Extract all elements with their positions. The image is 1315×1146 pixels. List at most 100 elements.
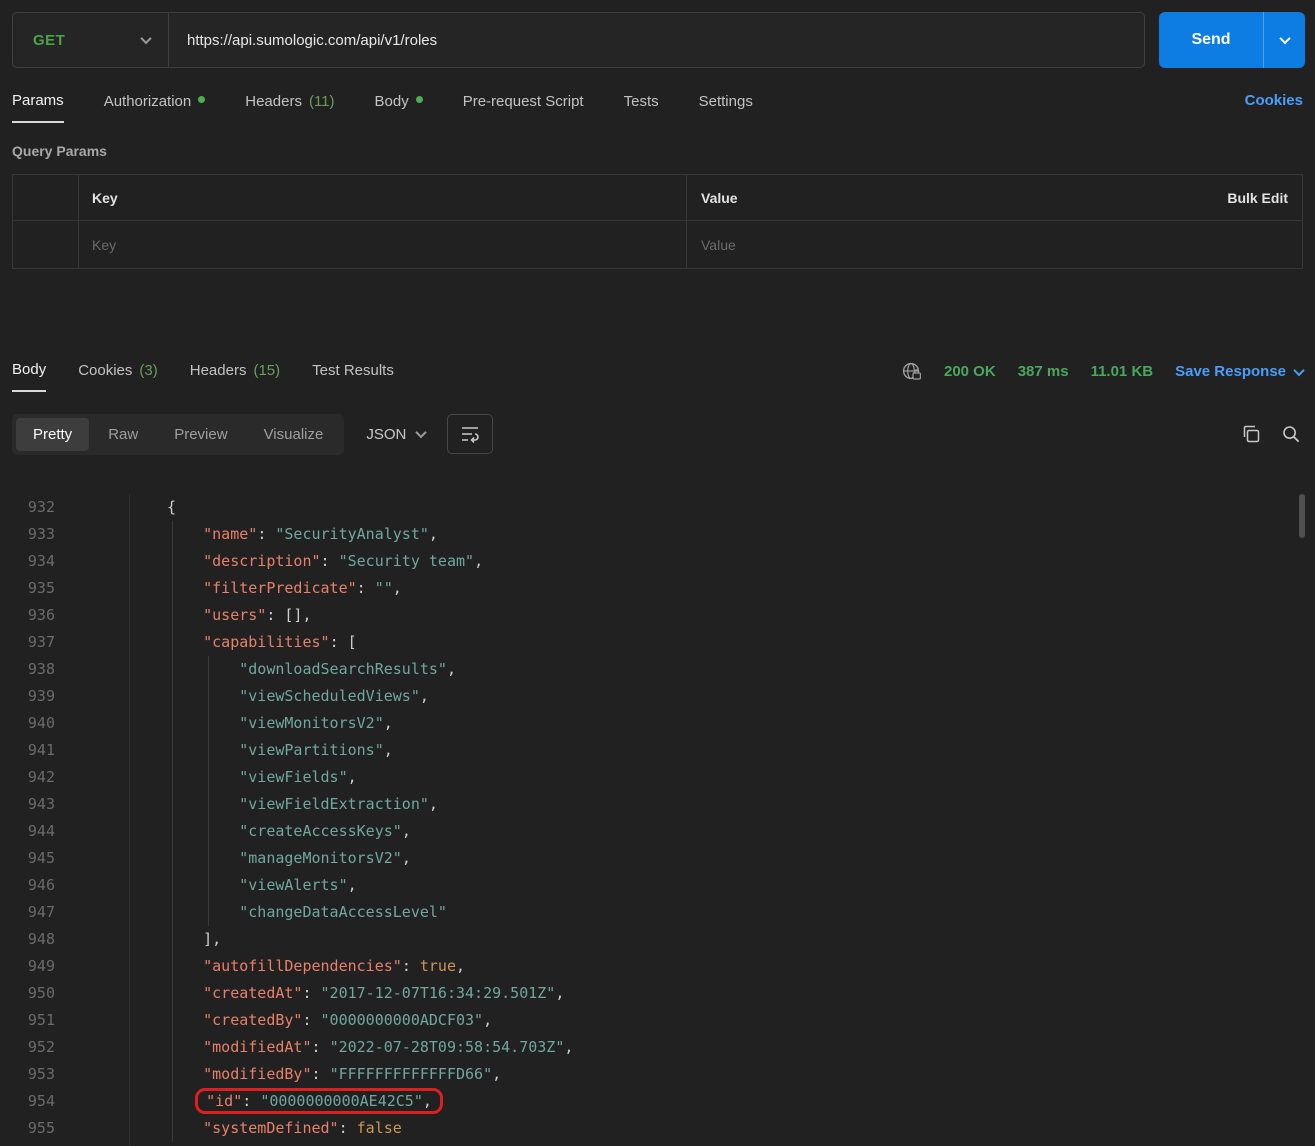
code-line: 938 "downloadSearchResults", [0,656,1315,683]
code-line: 933 "name": "SecurityAnalyst", [0,521,1315,548]
code-text: "createdBy": "0000000000ADCF03", [130,1007,492,1034]
chevron-down-icon [1279,33,1290,44]
tab-tests[interactable]: Tests [624,92,659,123]
line-number: 939 [0,683,55,710]
fold-gutter [55,953,130,980]
tab-headers[interactable]: Headers(11) [245,92,334,123]
tab-label: Pre-request Script [463,93,584,110]
tab-count: (15) [253,362,280,379]
code-line: 951 "createdBy": "0000000000ADCF03", [0,1007,1315,1034]
code-text: { [130,494,176,521]
method-label: GET [33,32,65,49]
query-params-title: Query Params [12,143,1303,159]
send-button[interactable]: Send [1159,12,1305,68]
fold-gutter [55,521,130,548]
code-text: "users": [], [130,602,312,629]
param-value-input[interactable] [701,237,1272,253]
line-number: 936 [0,602,55,629]
view-tab-raw[interactable]: Raw [91,418,155,451]
code-text: "description": "Security team", [130,548,483,575]
line-number: 948 [0,926,55,953]
scrollbar-thumb[interactable] [1299,494,1305,538]
view-tab-pretty[interactable]: Pretty [16,418,89,451]
line-number: 937 [0,629,55,656]
line-number: 934 [0,548,55,575]
code-text: "createdAt": "2017-12-07T16:34:29.501Z", [130,980,564,1007]
url-input[interactable] [169,32,1144,49]
param-key-input[interactable] [92,237,656,253]
code-text: "viewScheduledViews", [130,683,429,710]
code-text: "viewFieldExtraction", [130,791,438,818]
tab-label: Params [12,92,64,109]
code-line: 942 "viewFields", [0,764,1315,791]
chevron-down-icon [1293,364,1304,375]
chevron-down-icon [416,427,427,438]
response-body-code[interactable]: 932 {933 "name": "SecurityAnalyst",934 "d… [0,490,1315,1146]
cookies-link[interactable]: Cookies [1245,92,1303,121]
wrap-lines-icon [460,425,480,443]
fold-gutter [55,629,130,656]
code-line: 945 "manageMonitorsV2", [0,845,1315,872]
line-number: 944 [0,818,55,845]
view-tab-visualize[interactable]: Visualize [247,418,341,451]
fold-gutter [55,656,130,683]
code-line: 948 ], [0,926,1315,953]
line-number: 955 [0,1115,55,1142]
code-text: "modifiedAt": "2022-07-28T09:58:54.703Z"… [130,1034,573,1061]
response-view-toolbar: PrettyRawPreviewVisualize JSON [12,412,1303,456]
code-line: 950 "createdAt": "2017-12-07T16:34:29.50… [0,980,1315,1007]
line-number: 943 [0,791,55,818]
fold-gutter [55,1142,130,1146]
send-options-button[interactable] [1263,12,1305,68]
view-tab-preview[interactable]: Preview [157,418,244,451]
line-number: 941 [0,737,55,764]
modified-dot [198,96,205,103]
fold-gutter [55,1088,130,1115]
code-text: "viewFields", [130,764,357,791]
save-response-button[interactable]: Save Response [1175,363,1303,380]
language-select[interactable]: JSON [366,426,425,443]
code-line: 947 "changeDataAccessLevel" [0,899,1315,926]
fold-gutter [55,926,130,953]
code-text: "changeDataAccessLevel" [130,899,447,926]
tab-authorization[interactable]: Authorization [104,92,206,123]
code-text: ], [130,926,221,953]
response-time: 387 ms [1018,363,1069,380]
tab-params[interactable]: Params [12,92,64,123]
search-button[interactable] [1281,424,1301,444]
tab-count: (3) [139,362,157,379]
value-column-header: Value [701,190,738,206]
status-badge: 200 OK [944,363,996,380]
tab-settings[interactable]: Settings [699,92,753,123]
line-number: 951 [0,1007,55,1034]
fold-gutter [55,845,130,872]
table-row [13,221,1302,268]
modified-dot [416,96,423,103]
line-number: 945 [0,845,55,872]
line-number: 932 [0,494,55,521]
code-line: 953 "modifiedBy": "FFFFFFFFFFFFFD66", [0,1061,1315,1088]
code-lines: 932 {933 "name": "SecurityAnalyst",934 "d… [0,494,1315,1146]
code-line: 954 "id": "0000000000AE42C5", [0,1088,1315,1115]
fold-gutter [55,602,130,629]
tab-body[interactable]: Body [375,92,423,123]
method-dropdown[interactable]: GET [13,13,169,67]
code-line: 932 { [0,494,1315,521]
code-line: 940 "viewMonitorsV2", [0,710,1315,737]
bulk-edit-button[interactable]: Bulk Edit [1227,190,1302,206]
copy-button[interactable] [1241,424,1261,444]
line-number: 953 [0,1061,55,1088]
code-line: 946 "viewAlerts", [0,872,1315,899]
code-text: "viewMonitorsV2", [130,710,393,737]
response-size: 11.01 KB [1091,363,1154,380]
tab-headers[interactable]: Headers(15) [190,361,280,392]
tab-cookies[interactable]: Cookies(3) [78,361,158,392]
code-line: 934 "description": "Security team", [0,548,1315,575]
globe-lock-icon [901,361,922,382]
code-line: 955 "systemDefined": false [0,1115,1315,1142]
tab-test-results[interactable]: Test Results [312,361,394,392]
key-column-header: Key [92,190,118,206]
tab-pre-request-script[interactable]: Pre-request Script [463,92,584,123]
tab-body[interactable]: Body [12,361,46,392]
wrap-lines-button[interactable] [447,414,493,454]
